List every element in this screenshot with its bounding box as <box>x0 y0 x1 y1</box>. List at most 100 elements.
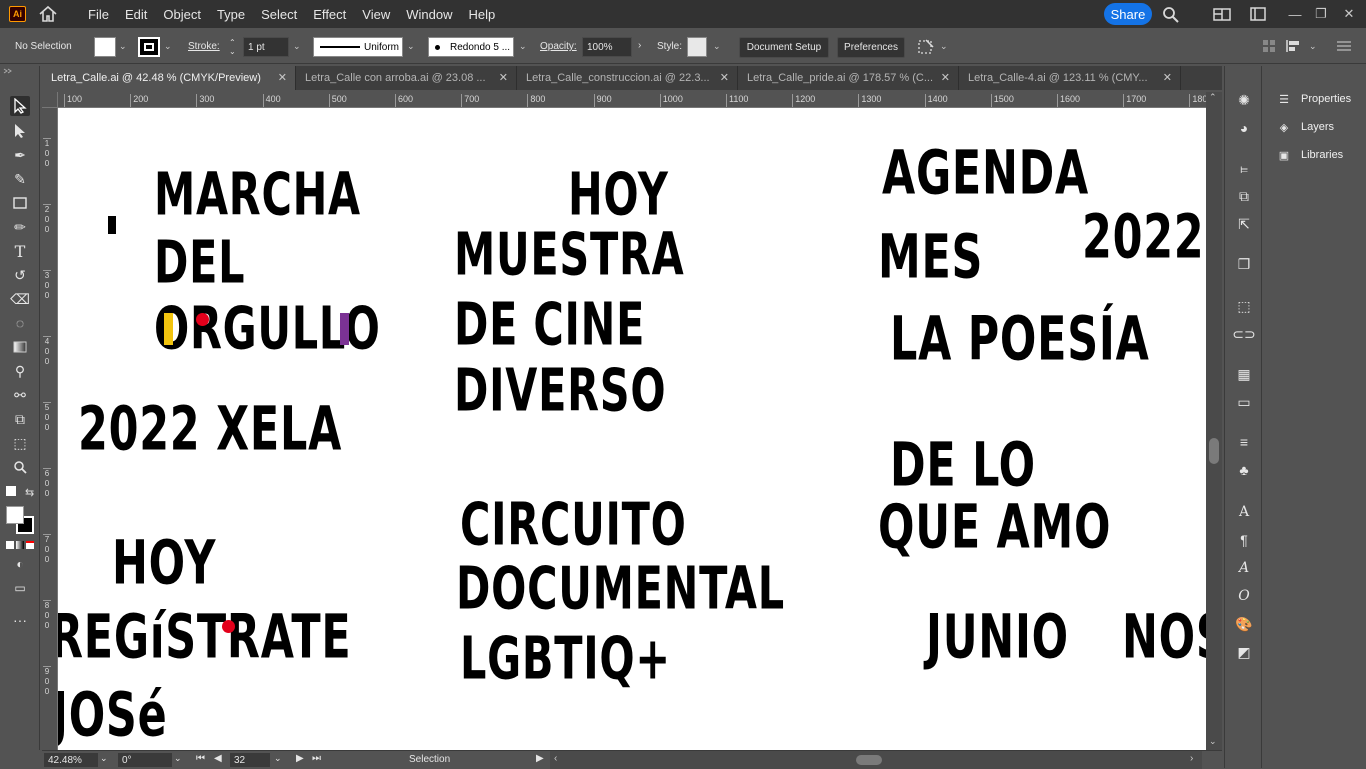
swap-colors-icon[interactable]: ⇆ <box>25 486 34 499</box>
align-icon[interactable]: ⫢ <box>1234 158 1254 178</box>
menu-select[interactable]: Select <box>253 7 305 22</box>
text-muestra[interactable]: MUESTRA <box>454 225 684 285</box>
menu-type[interactable]: Type <box>209 7 253 22</box>
pencil-tool-icon[interactable]: ✏ <box>10 217 30 237</box>
none-mode-icon[interactable] <box>26 541 34 549</box>
first-artboard-icon[interactable]: ⏮ <box>196 753 205 764</box>
text-documental[interactable]: DOCUMENTAL <box>456 559 785 619</box>
transparency-icon[interactable]: ◩ <box>1234 642 1254 662</box>
chevron-down-icon[interactable]: ⌄ <box>274 753 282 764</box>
tab-letra-calle-arroba[interactable]: Letra_Calle con arroba.ai @ 23.08 ... ✕ <box>296 66 517 90</box>
color-panel-icon[interactable]: 🎨 <box>1234 614 1254 634</box>
pen-tool-icon[interactable]: ✒ <box>10 145 30 165</box>
rotate-tool-icon[interactable]: ↺ <box>10 265 30 285</box>
artboard-number-input[interactable]: 32 <box>230 753 270 767</box>
chevron-down-icon[interactable]: ⌄ <box>407 41 417 51</box>
appearance-icon[interactable]: ◕ <box>1234 118 1254 138</box>
scrollbar-thumb[interactable] <box>1209 438 1219 464</box>
tab-letra-calle-4[interactable]: Letra_Calle-4.ai @ 123.11 % (CMY... ✕ <box>959 66 1181 90</box>
transform-panel-icon[interactable]: ⬚ <box>1234 296 1254 316</box>
screen-mode-icon[interactable]: ▭ <box>10 578 30 598</box>
vertical-ruler[interactable]: 100 200 300 400 500 600 700 800 900 <box>40 108 58 750</box>
chevron-down-icon[interactable]: ⌄ <box>100 753 108 764</box>
chevron-right-icon[interactable]: › <box>638 40 641 51</box>
stroke-swatch[interactable] <box>138 37 160 57</box>
collapse-toolbar-icon[interactable] <box>0 68 40 74</box>
text-de-cine[interactable]: DE CINE <box>454 295 645 355</box>
text-registrate[interactable]: REGíSTRATE <box>58 606 351 667</box>
text-hoy-left[interactable]: HOY <box>112 532 216 593</box>
text-nos[interactable]: NOS <box>1122 606 1206 667</box>
shape-builder-tool-icon[interactable]: ⧉ <box>10 409 30 429</box>
close-tab-icon[interactable]: ✕ <box>941 71 950 84</box>
close-tab-icon[interactable]: ✕ <box>499 71 508 84</box>
opacity-input[interactable]: 100% <box>582 37 632 57</box>
chevron-down-icon[interactable]: ⌄ <box>174 753 182 764</box>
text-agenda[interactable]: AGENDA <box>882 142 1089 203</box>
color-mode-icon[interactable] <box>6 541 14 549</box>
zoom-level-input[interactable]: 42.48% <box>44 753 98 767</box>
direct-selection-tool-icon[interactable] <box>10 121 30 141</box>
chevron-down-icon[interactable]: ⌄ <box>119 41 129 51</box>
close-icon[interactable]: ✕ <box>1338 4 1360 24</box>
gradient-tool-icon[interactable] <box>10 337 30 357</box>
last-artboard-icon[interactable]: ⏭ <box>312 753 321 764</box>
transform-icon[interactable] <box>916 38 936 56</box>
layers-panel-tab[interactable]: ◈ Layers <box>1275 117 1334 137</box>
home-icon[interactable] <box>38 5 58 23</box>
libraries-panel-tab[interactable]: ▣ Libraries <box>1275 145 1343 165</box>
text-del[interactable]: DEL <box>154 233 245 293</box>
scroll-up-icon[interactable]: ⌃ <box>1209 92 1217 103</box>
fill-color-icon[interactable] <box>6 506 24 524</box>
curvature-tool-icon[interactable]: ✎ <box>10 169 30 189</box>
menu-object[interactable]: Object <box>155 7 209 22</box>
text-jose[interactable]: JOSé <box>58 684 167 745</box>
arrange-documents-icon[interactable] <box>1213 8 1231 21</box>
stepper-arrows-icon[interactable]: ⌃ ⌄ <box>229 38 236 56</box>
status-menu-icon[interactable]: ▶ <box>536 753 544 764</box>
opacity-label[interactable]: Opacity: <box>540 41 577 52</box>
stroke-weight-input[interactable]: 1 pt <box>243 37 289 57</box>
text-diverso[interactable]: DIVERSO <box>454 361 666 421</box>
align-left-icon[interactable] <box>1286 39 1302 53</box>
properties-panel-tab[interactable]: ☰ Properties <box>1275 89 1351 109</box>
type-tool-icon[interactable]: T <box>10 241 30 261</box>
menu-file[interactable]: File <box>80 7 117 22</box>
text-2022-right[interactable]: 2022 <box>1082 206 1204 267</box>
variable-width-profile[interactable]: Uniform <box>313 37 403 57</box>
close-tab-icon[interactable]: ✕ <box>720 71 729 84</box>
text-marcha[interactable]: MARCHA <box>154 165 361 225</box>
menu-help[interactable]: Help <box>460 7 503 22</box>
scroll-left-icon[interactable]: ‹ <box>554 753 557 764</box>
selection-tool-icon[interactable] <box>10 96 30 116</box>
panel-menu-icon[interactable] <box>1336 39 1352 53</box>
character-styles-icon[interactable]: A <box>1234 558 1254 578</box>
opentype-icon[interactable]: O <box>1234 586 1254 606</box>
close-tab-icon[interactable]: ✕ <box>278 71 287 84</box>
chevron-down-icon[interactable]: ⌄ <box>1309 41 1319 51</box>
text-2022-xela[interactable]: 2022 XELA <box>78 398 342 459</box>
more-tools-icon[interactable]: ··· <box>10 610 30 630</box>
rectangle-tool-icon[interactable] <box>10 193 30 213</box>
artboards-panel-icon[interactable]: ❐ <box>1234 254 1254 274</box>
character-icon[interactable]: A <box>1234 502 1254 522</box>
artboard[interactable]: MARCHA DEL ORGULLO 2022 XELA HOY REGíSTR… <box>58 108 1206 750</box>
close-tab-icon[interactable]: ✕ <box>1163 71 1172 84</box>
previous-artboard-icon[interactable]: ◀ <box>214 753 222 764</box>
default-colors-icon[interactable] <box>6 486 16 496</box>
document-setup-button[interactable]: Document Setup <box>739 37 829 58</box>
preferences-button[interactable]: Preferences <box>837 37 905 58</box>
text-circuito[interactable]: CIRCUITO <box>460 495 687 555</box>
search-icon[interactable] <box>1162 6 1180 24</box>
stroke-panel-icon[interactable]: ≡ <box>1234 432 1254 452</box>
tab-letra-calle[interactable]: Letra_Calle.ai @ 42.48 % (CMYK/Preview) ✕ <box>42 66 296 90</box>
artboard-tool-icon[interactable]: ⬚ <box>10 433 30 453</box>
zoom-tool-icon[interactable] <box>10 457 30 477</box>
scroll-right-icon[interactable]: › <box>1190 753 1193 764</box>
pathfinder-icon[interactable]: ⧉ <box>1234 186 1254 206</box>
text-que-amo[interactable]: QUE AMO <box>878 496 1111 557</box>
chevron-down-icon[interactable]: ⌄ <box>293 41 303 51</box>
export-icon[interactable]: ⇱ <box>1234 214 1254 234</box>
brush-definition[interactable]: Redondo 5 ... <box>428 37 514 57</box>
menu-view[interactable]: View <box>354 7 398 22</box>
